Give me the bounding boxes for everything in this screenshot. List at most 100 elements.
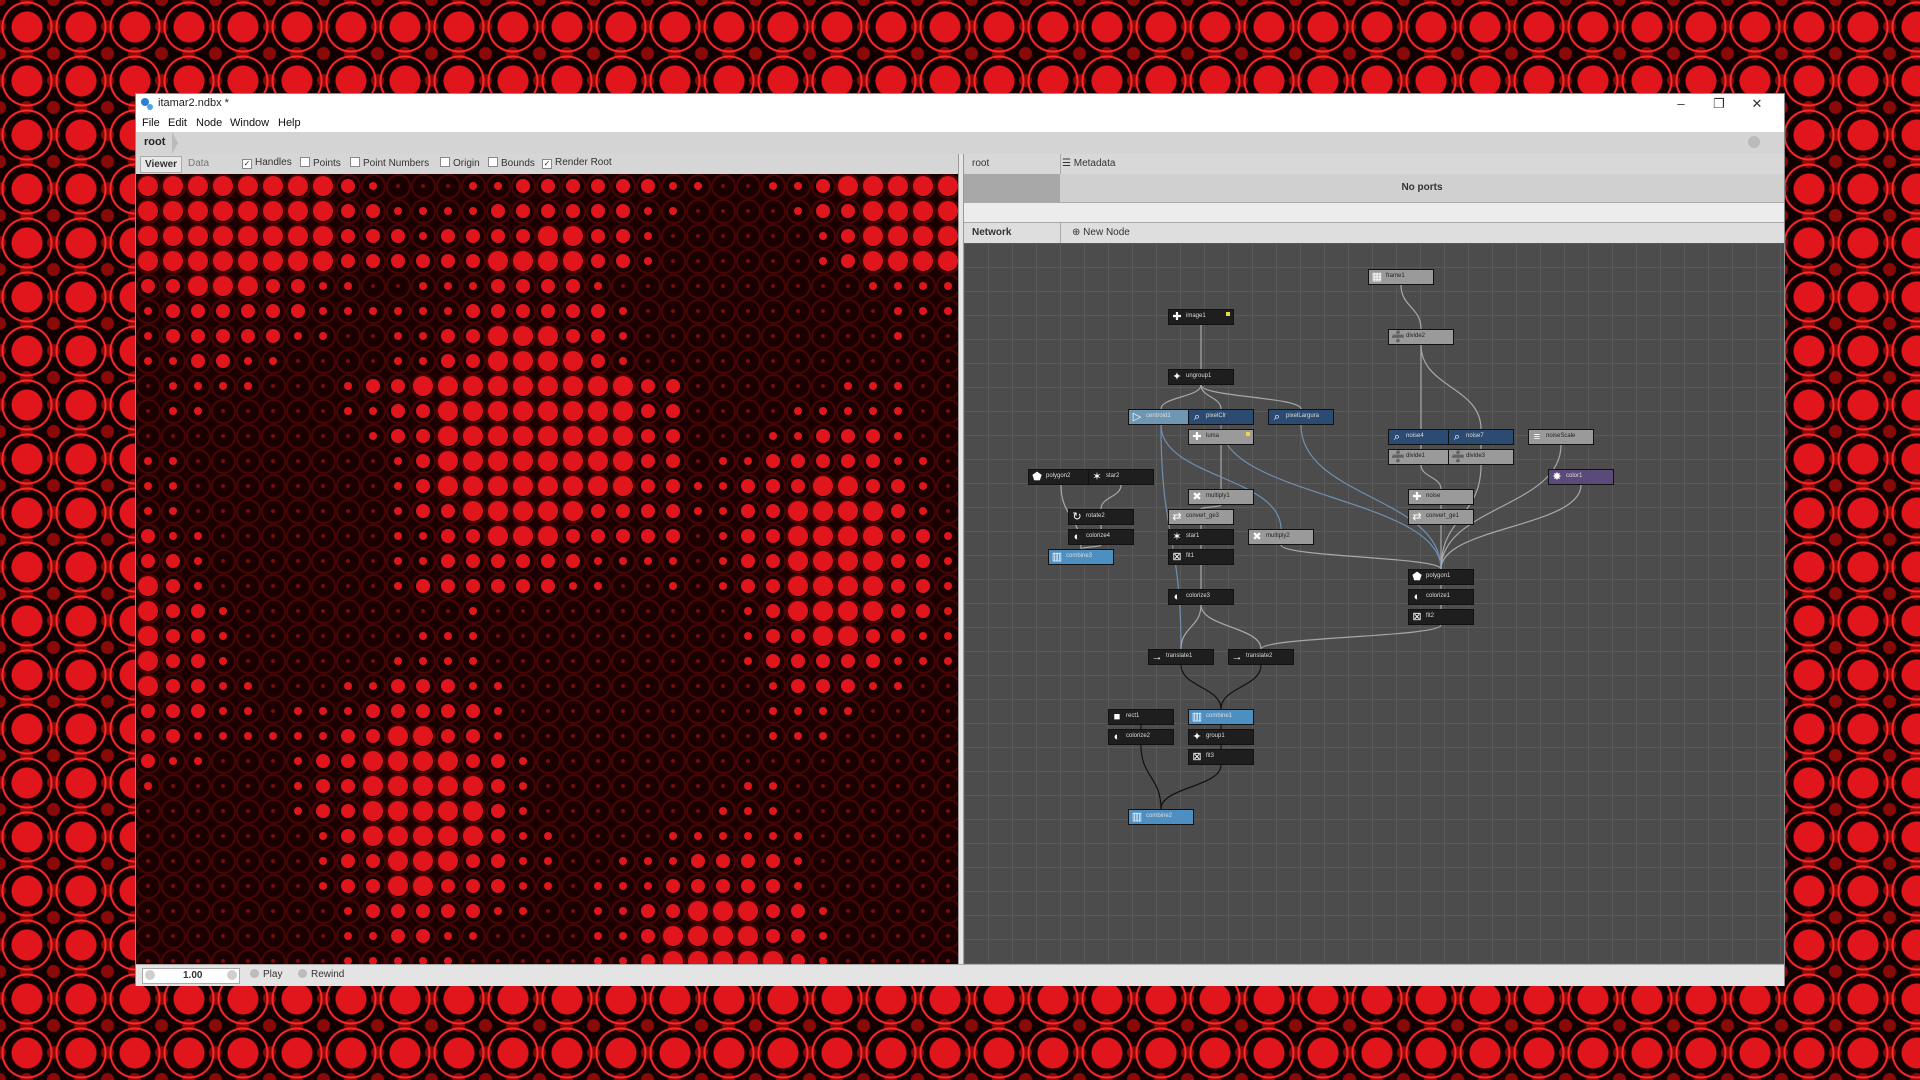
render-root-checkbox[interactable]: ✓ Render Root: [542, 157, 612, 169]
node-frame1[interactable]: ▦ frame1: [1368, 269, 1434, 285]
node-combine2[interactable]: ▥ combine2: [1128, 809, 1194, 825]
node-luma[interactable]: ✚ luma: [1188, 429, 1254, 445]
ports-panel: No ports: [964, 174, 1784, 203]
node-star2[interactable]: ✶ star2: [1088, 469, 1154, 485]
rewind-button[interactable]: Rewind: [298, 969, 344, 980]
checkbox-box: [488, 157, 498, 167]
restore-button[interactable]: ❐: [1700, 94, 1738, 114]
node-multiply1[interactable]: ✖ multiply1: [1188, 489, 1254, 505]
window-title: itamar2.ndbx *: [158, 97, 229, 109]
rendered-flag-icon: [1246, 432, 1250, 436]
node-colorize3[interactable]: ◐ colorize3: [1168, 589, 1234, 605]
node-label: combine1: [1206, 713, 1233, 719]
node-star1[interactable]: ✶ star1: [1168, 529, 1234, 545]
minimize-button[interactable]: –: [1662, 94, 1700, 114]
rect-icon: ■: [1113, 711, 1121, 723]
multiply-icon: ✖: [1252, 531, 1262, 543]
close-button[interactable]: ✕: [1738, 94, 1776, 114]
node-label: colorize4: [1086, 533, 1111, 539]
node-noiseScale[interactable]: ≡ noiseScale: [1528, 429, 1594, 445]
node-colorize1[interactable]: ◐ colorize1: [1408, 589, 1474, 605]
decrement-icon[interactable]: [145, 970, 155, 980]
polygon-icon: ⬟: [1412, 571, 1422, 583]
polygon-icon: ⬟: [1032, 471, 1042, 483]
metadata-button[interactable]: ☰ Metadata: [1062, 158, 1115, 169]
no-ports-label: No ports: [1401, 182, 1443, 193]
node-label: polygon1: [1426, 573, 1451, 579]
node-combine3[interactable]: ▥ combine3: [1048, 549, 1114, 565]
node-translate2[interactable]: → translate2: [1228, 649, 1294, 665]
noise-icon: ✚: [1412, 491, 1422, 503]
network-canvas[interactable]: ▦ frame1 ➗ divide2 ✚ image1 ✦ ungroup1 ▷ centroid…: [964, 243, 1784, 964]
node-multiply2[interactable]: ✖ multiply2: [1248, 529, 1314, 545]
node-noise[interactable]: ✚ noise: [1408, 489, 1474, 505]
node-divide1[interactable]: ➗ divide1: [1388, 449, 1454, 465]
wire: [1200, 604, 1262, 650]
node-ungroup1[interactable]: ✦ ungroup1: [1168, 369, 1234, 385]
menu-edit[interactable]: Edit: [168, 117, 187, 129]
node-polygon2[interactable]: ⬟ polygon2: [1028, 469, 1094, 485]
frame-field[interactable]: 1.00: [142, 968, 240, 984]
node-rotate2[interactable]: ↻ rotate2: [1068, 509, 1134, 525]
node-image1[interactable]: ✚ image1: [1168, 309, 1234, 325]
tab-data[interactable]: Data: [184, 156, 213, 171]
node-fit1[interactable]: ⊠ fit1: [1168, 549, 1234, 565]
rewind-icon: [298, 969, 307, 978]
node-label: translate2: [1246, 653, 1273, 659]
menu-node[interactable]: Node: [196, 117, 222, 129]
points-checkbox[interactable]: Points: [300, 157, 341, 169]
node-pixelClr[interactable]: ⌕ pixelClr: [1188, 409, 1254, 425]
star-icon: ✶: [1172, 531, 1182, 543]
divide-icon: ➗: [1451, 451, 1465, 463]
handles-checkbox[interactable]: ✓ Handles: [242, 157, 292, 169]
node-fit3[interactable]: ⊠ fit3: [1188, 749, 1254, 765]
node-label: multiply2: [1266, 533, 1290, 539]
node-label: pixelLargura: [1286, 413, 1320, 419]
node-convert_ge3[interactable]: ⇄ convert_ge3: [1168, 509, 1234, 525]
node-noise4[interactable]: ⌕ noise4: [1388, 429, 1454, 445]
menu-file[interactable]: File: [142, 117, 160, 129]
rendered-flag-icon: [1226, 312, 1230, 316]
node-combine1[interactable]: ▥ combine1: [1188, 709, 1254, 725]
connection-wires: [1060, 284, 1582, 810]
point-numbers-label: Point Numbers: [363, 158, 430, 169]
tab-viewer[interactable]: Viewer: [140, 156, 183, 173]
node-translate1[interactable]: → translate1: [1148, 649, 1214, 665]
node-divide3[interactable]: ➗ divide3: [1448, 449, 1514, 465]
node-label: colorize2: [1126, 733, 1151, 739]
node-rect1[interactable]: ■ rect1: [1108, 709, 1174, 725]
node-colorize2[interactable]: ◐ colorize2: [1108, 729, 1174, 745]
bounds-checkbox[interactable]: Bounds: [488, 157, 535, 169]
node-path-label: root: [972, 158, 990, 169]
node-label: combine2: [1146, 813, 1173, 819]
wire: [1220, 664, 1262, 710]
node-convert_ge1[interactable]: ⇄ convert_ge1: [1408, 509, 1474, 525]
refresh-icon[interactable]: [1748, 136, 1760, 148]
combine-icon: ▥: [1131, 811, 1143, 823]
increment-icon[interactable]: [227, 970, 237, 980]
rotate-icon: ↻: [1072, 511, 1082, 523]
node-group1[interactable]: ✦ group1: [1188, 729, 1254, 745]
checkbox-box: [350, 157, 360, 167]
node-color1[interactable]: ✸ color1: [1548, 469, 1614, 485]
node-noise7[interactable]: ⌕ noise7: [1448, 429, 1514, 445]
menu-help[interactable]: Help: [278, 117, 301, 129]
menu-window[interactable]: Window: [230, 117, 269, 129]
node-label: divide1: [1406, 453, 1426, 459]
new-node-button[interactable]: ⊕ New Node: [1072, 227, 1130, 238]
origin-checkbox[interactable]: Origin: [440, 157, 480, 169]
play-button[interactable]: Play: [250, 969, 282, 980]
node-fit2[interactable]: ⊠ fit2: [1408, 609, 1474, 625]
node-centroid1[interactable]: ▷ centroid1: [1128, 409, 1194, 425]
point-numbers-checkbox[interactable]: Point Numbers: [350, 157, 429, 169]
viewer-canvas[interactable]: [136, 174, 958, 964]
viewer-pane: Viewer Data ✓ Handles Points Point Number…: [136, 154, 958, 964]
node-divide2[interactable]: ➗ divide2: [1388, 329, 1454, 345]
node-polygon1[interactable]: ⬟ polygon1: [1408, 569, 1474, 585]
wire: [1260, 624, 1442, 650]
wire: [1100, 484, 1122, 510]
wire: [1160, 764, 1222, 810]
node-pixelLargura[interactable]: ⌕ pixelLargura: [1268, 409, 1334, 425]
breadcrumb-root[interactable]: root: [144, 136, 165, 148]
node-colorize4[interactable]: ◐ colorize4: [1068, 529, 1134, 545]
